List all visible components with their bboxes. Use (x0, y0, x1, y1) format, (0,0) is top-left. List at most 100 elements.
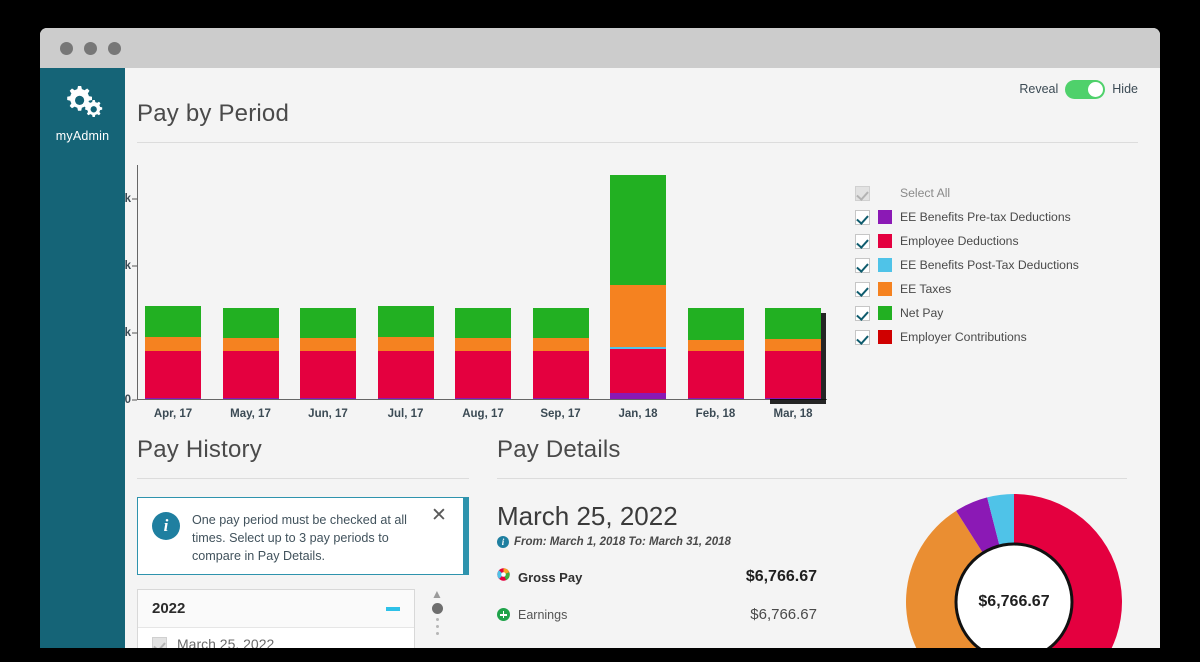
toggle-knob (1088, 81, 1104, 97)
pay-history-scrollbar[interactable]: ▲ (429, 588, 445, 648)
minus-icon[interactable] (386, 606, 400, 611)
chart-x-tick-label: Jun, 17 (308, 408, 348, 420)
scrollbar-thumb[interactable] (431, 603, 443, 614)
legend-item-select-all[interactable]: Select All (855, 181, 1079, 205)
bar-segment (532, 337, 589, 352)
chart-x-tick-label: Jul, 17 (387, 408, 424, 420)
window-dot-close[interactable] (60, 41, 73, 55)
legend-item[interactable]: EE Benefits Pre-tax Deductions (855, 205, 1079, 229)
chart-x-tick-label: Sep, 17 (540, 408, 581, 420)
legend-checkbox[interactable] (855, 329, 870, 345)
legend-checkbox[interactable] (855, 209, 870, 225)
legend-item[interactable]: Net Pay (855, 301, 1079, 325)
app-window: myAdmin Reveal Hide Pay by Period $0.00$… (40, 28, 1160, 648)
chart-bar-mar-18[interactable] (765, 307, 821, 399)
chart-bar-sep-17[interactable] (532, 308, 589, 399)
period-label: March 25, 2022 (177, 636, 275, 648)
pay-details-range-text: From: March 1, 2018 To: March 31, 2018 (514, 536, 731, 548)
chart-y-axis (137, 165, 138, 400)
earnings-row[interactable]: Earnings $6,766.67 (497, 606, 817, 623)
chart-x-tick-label: Mar, 18 (773, 408, 813, 420)
bar-segment (765, 351, 821, 398)
legend-checkbox[interactable] (855, 281, 870, 297)
main-content: Reveal Hide Pay by Period $0.00$10k$20k$… (125, 68, 1160, 648)
sidebar-brand-label: myAdmin (55, 129, 110, 143)
select-all-checkbox[interactable] (855, 185, 870, 201)
lower-panels: Pay History i One pay period must be che… (125, 436, 1160, 648)
bar-segment (300, 351, 356, 398)
legend-checkbox[interactable] (855, 305, 870, 321)
legend-item[interactable]: EE Taxes (855, 277, 1079, 301)
chart-bar-may-17[interactable] (222, 308, 279, 399)
bar-segment (532, 308, 589, 338)
legend-item[interactable]: EE Benefits Post-Tax Deductions (855, 253, 1079, 277)
year-label: 2022 (152, 600, 186, 617)
legend-label: EE Taxes (900, 282, 952, 296)
chart-y-tick (132, 399, 137, 401)
chart-legend: Select All EE Benefits Pre-tax Deduction… (855, 165, 1079, 400)
pay-details-title: Pay Details (497, 436, 621, 463)
title-divider (137, 142, 1138, 143)
legend-item[interactable]: Employee Deductions (855, 229, 1079, 253)
hide-label: Hide (1112, 82, 1138, 96)
chart-bar-aug-17[interactable] (455, 308, 511, 399)
reveal-label: Reveal (1019, 82, 1059, 96)
chart-x-labels: Apr, 17 May, 17 Jun, 17 Jul, 17 Aug, 17 Sep, … (145, 400, 821, 420)
chart-bar-apr-17[interactable] (145, 306, 201, 399)
chart-bar-jul-17[interactable] (377, 306, 434, 399)
donut-center-label: $6,766.67 (978, 593, 1050, 610)
gross-pay-label: Gross Pay (518, 569, 583, 585)
bar-segment (532, 351, 589, 398)
info-icon: i (152, 512, 180, 540)
bar-segment (222, 308, 279, 338)
legend-color-swatch (878, 258, 892, 272)
chart-bar-jun-17[interactable] (300, 308, 356, 399)
year-accordion-header[interactable]: 2022 (138, 590, 414, 627)
legend-checkbox[interactable] (855, 257, 870, 273)
list-item[interactable]: March 25, 2022 (138, 627, 414, 648)
scroll-dot (435, 625, 439, 628)
bar-segment (300, 337, 356, 352)
chart-x-tick-label: May, 17 (230, 408, 271, 420)
pay-details-divider (497, 478, 1127, 479)
window-dot-minimize[interactable] (84, 41, 97, 55)
pay-history-year-group: 2022 March 25, 2022 (137, 589, 415, 648)
legend-color-swatch (878, 282, 892, 296)
gears-icon (40, 82, 125, 125)
window-dot-maximize[interactable] (108, 41, 121, 55)
legend-checkbox[interactable] (855, 233, 870, 249)
app-body: myAdmin Reveal Hide Pay by Period $0.00$… (40, 68, 1160, 648)
bar-segment (765, 339, 821, 352)
bar-segment (222, 351, 279, 398)
chart-bars (145, 165, 821, 399)
gross-pay-row[interactable]: Gross Pay $6,766.67 (497, 568, 817, 586)
scroll-dot (435, 632, 439, 635)
bar-segment (145, 337, 201, 352)
pay-history-title: Pay History (137, 436, 262, 463)
reveal-hide-toggle[interactable] (1065, 79, 1106, 99)
bar-segment (532, 397, 589, 399)
bar-segment (455, 337, 511, 352)
period-checkbox[interactable] (152, 636, 167, 648)
legend-color-swatch (878, 330, 892, 344)
plus-icon[interactable] (497, 608, 510, 621)
select-all-label: Select All (900, 186, 951, 200)
pay-history-panel: Pay History i One pay period must be che… (137, 436, 469, 648)
close-icon[interactable]: ✕ (431, 506, 447, 525)
bar-segment (610, 284, 666, 347)
chart-y-tick (132, 265, 137, 267)
chart-bar-feb-18[interactable] (687, 308, 744, 399)
chart-y-tick (132, 332, 137, 334)
reveal-hide-control: Reveal Hide (125, 68, 1160, 99)
bar-segment (377, 306, 434, 338)
legend-label: Employee Deductions (900, 234, 1019, 248)
bar-segment (610, 175, 666, 285)
info-icon-small: i (497, 536, 509, 548)
bar-segment (455, 308, 511, 338)
scroll-up-icon[interactable]: ▲ (431, 588, 443, 600)
info-alert: i One pay period must be checked at all … (137, 497, 469, 575)
chart-bar-jan-18[interactable] (610, 175, 666, 399)
bar-segment (455, 351, 511, 398)
legend-item[interactable]: Employer Contributions (855, 325, 1079, 349)
legend-label: EE Benefits Post-Tax Deductions (900, 258, 1079, 272)
